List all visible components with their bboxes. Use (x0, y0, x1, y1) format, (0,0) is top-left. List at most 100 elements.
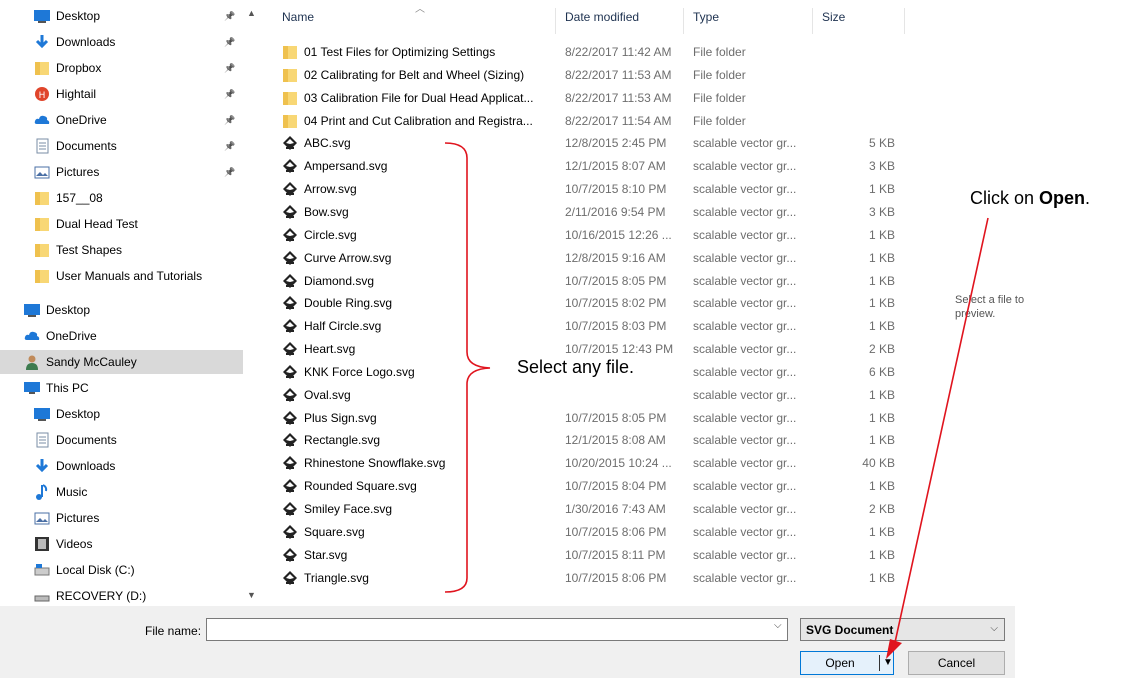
nav-item[interactable]: OneDrive (0, 324, 243, 348)
svg-file-icon (282, 341, 298, 357)
documents-icon (34, 138, 50, 154)
nav-item[interactable]: Documents (0, 428, 243, 452)
scroll-up-arrow-icon[interactable]: ▲ (247, 8, 256, 18)
file-row[interactable]: Star.svg 10/7/2015 8:11 PM scalable vector… (282, 544, 912, 567)
nav-item[interactable]: Dropbox 📌 (0, 56, 243, 80)
file-row[interactable]: 01 Test Files for Optimizing Settings 8/2… (282, 41, 912, 64)
column-divider[interactable] (812, 8, 813, 34)
file-date: 12/1/2015 8:07 AM (565, 159, 666, 174)
column-divider[interactable] (904, 8, 905, 34)
file-type: scalable vector gr... (693, 479, 797, 494)
file-date: 10/7/2015 8:11 PM (565, 547, 666, 562)
file-row[interactable]: Smiley Face.svg 1/30/2016 7:43 AM scalable… (282, 498, 912, 521)
pin-icon[interactable]: 📌 (224, 11, 235, 22)
file-type: scalable vector gr... (693, 547, 797, 562)
nav-item[interactable]: Desktop (0, 298, 243, 322)
arrow-to-open-annotation (886, 217, 989, 659)
file-row[interactable]: 04 Print and Cut Calibration and Registr… (282, 110, 912, 133)
nav-item[interactable]: Pictures 📌 (0, 160, 243, 184)
nav-scrollbar[interactable]: ▲ ▼ (243, 0, 260, 606)
pin-icon[interactable]: 📌 (224, 141, 235, 152)
nav-item[interactable]: 157__08 (0, 186, 243, 210)
file-row[interactable]: Oval.svg scalable vector gr... 1 KB (282, 384, 912, 407)
nav-item-label: This PC (46, 381, 89, 395)
drive-icon (34, 588, 50, 604)
file-row[interactable]: Rounded Square.svg 10/7/2015 8:04 PM scala… (282, 475, 912, 498)
file-row[interactable]: Ampersand.svg 12/1/2015 8:07 AM scalable v… (282, 155, 912, 178)
file-row[interactable]: 02 Calibrating for Belt and Wheel (Sizin… (282, 64, 912, 87)
nav-item[interactable]: Downloads (0, 454, 243, 478)
click-open-annotation: Click on Open. (970, 188, 1090, 209)
file-row[interactable]: Plus Sign.svg 10/7/2015 8:05 PM scalable v… (282, 407, 912, 430)
file-name: Oval.svg (304, 387, 351, 402)
nav-item[interactable]: Desktop (0, 402, 243, 426)
download-arrow-icon (34, 34, 50, 50)
file-row[interactable]: Rhinestone Snowflake.svg 10/20/2015 10:24… (282, 452, 912, 475)
file-name-dropdown-chevron-icon[interactable]: ⌵ (774, 620, 782, 631)
pin-icon[interactable]: 📌 (224, 115, 235, 126)
file-row[interactable]: Diamond.svg 10/7/2015 8:05 PM scalable vec… (282, 270, 912, 293)
file-date: 12/8/2015 9:16 AM (565, 250, 666, 265)
file-name: Star.svg (304, 547, 348, 562)
file-row[interactable]: Double Ring.svg 10/7/2015 8:02 PM scalable… (282, 292, 912, 315)
file-date: 10/7/2015 8:06 PM (565, 570, 667, 585)
desktop-icon (34, 406, 50, 422)
download-arrow-icon (34, 458, 50, 474)
folder-icon (282, 113, 298, 129)
column-divider[interactable] (555, 8, 556, 34)
nav-item[interactable]: Pictures (0, 506, 243, 530)
file-row[interactable]: Half Circle.svg 10/7/2015 8:03 PM scalable… (282, 315, 912, 338)
svg-file-icon (282, 364, 298, 380)
column-header-type[interactable]: Type (693, 10, 719, 24)
file-date: 10/7/2015 8:02 PM (565, 296, 667, 311)
nav-item[interactable]: Documents 📌 (0, 134, 243, 158)
pin-icon[interactable]: 📌 (224, 63, 235, 74)
pin-icon[interactable]: 📌 (224, 89, 235, 100)
file-row[interactable]: Rectangle.svg 12/1/2015 8:08 AM scalable v… (282, 429, 912, 452)
desktop-icon (34, 8, 50, 24)
folder-icon (34, 60, 50, 76)
computer-icon (24, 380, 40, 396)
file-row[interactable]: ABC.svg 12/8/2015 2:45 PM scalable vector … (282, 132, 912, 155)
nav-item[interactable]: Local Disk (C:) (0, 558, 243, 582)
svg-file-icon (282, 295, 298, 311)
nav-item[interactable]: Test Shapes (0, 238, 243, 262)
nav-item[interactable]: Dual Head Test (0, 212, 243, 236)
nav-item[interactable]: Videos (0, 532, 243, 556)
file-row[interactable]: Circle.svg 10/16/2015 12:26 ... scalable v… (282, 224, 912, 247)
file-name: Triangle.svg (304, 570, 369, 585)
nav-item[interactable]: Downloads 📌 (0, 30, 243, 54)
column-header-name[interactable]: Name (282, 10, 314, 24)
folder-icon (34, 242, 50, 258)
column-divider[interactable] (683, 8, 684, 34)
file-type: scalable vector gr... (693, 387, 797, 402)
file-name-label: File name: (145, 624, 202, 638)
file-row[interactable]: Triangle.svg 10/7/2015 8:06 PM scalable ve… (282, 567, 912, 590)
documents-icon (34, 432, 50, 448)
file-row[interactable]: Arrow.svg 10/7/2015 8:10 PM scalable vecto… (282, 178, 912, 201)
column-header-date[interactable]: Date modified (565, 10, 639, 24)
file-name-input[interactable] (206, 618, 788, 641)
nav-item[interactable]: Sandy McCauley (0, 350, 243, 374)
svg-file-icon (282, 227, 298, 243)
nav-item[interactable]: User Manuals and Tutorials (0, 264, 243, 288)
file-row[interactable]: Square.svg 10/7/2015 8:06 PM scalable vect… (282, 521, 912, 544)
file-type: scalable vector gr... (693, 502, 797, 516)
open-button-label: Open (825, 656, 855, 670)
file-type: scalable vector gr... (693, 296, 797, 311)
column-header-size[interactable]: Size (822, 10, 845, 24)
nav-item[interactable]: Music (0, 480, 243, 504)
click-open-bold: Open (1039, 188, 1086, 208)
nav-item[interactable]: Desktop 📌 (0, 4, 243, 28)
nav-item[interactable]: OneDrive 📌 (0, 108, 243, 132)
pin-icon[interactable]: 📌 (224, 37, 235, 48)
file-row[interactable]: Bow.svg 2/11/2016 9:54 PM scalable vector … (282, 201, 912, 224)
nav-item[interactable]: This PC (0, 376, 243, 400)
nav-item[interactable]: RECOVERY (D:) (0, 584, 243, 608)
file-name: Ampersand.svg (304, 159, 388, 174)
pin-icon[interactable]: 📌 (224, 167, 235, 178)
file-row[interactable]: 03 Calibration File for Dual Head Applic… (282, 87, 912, 110)
file-row[interactable]: Curve Arrow.svg 12/8/2015 9:16 AM scalable… (282, 247, 912, 270)
scroll-down-arrow-icon[interactable]: ▼ (247, 590, 256, 600)
nav-item[interactable]: H Hightail 📌 (0, 82, 243, 106)
